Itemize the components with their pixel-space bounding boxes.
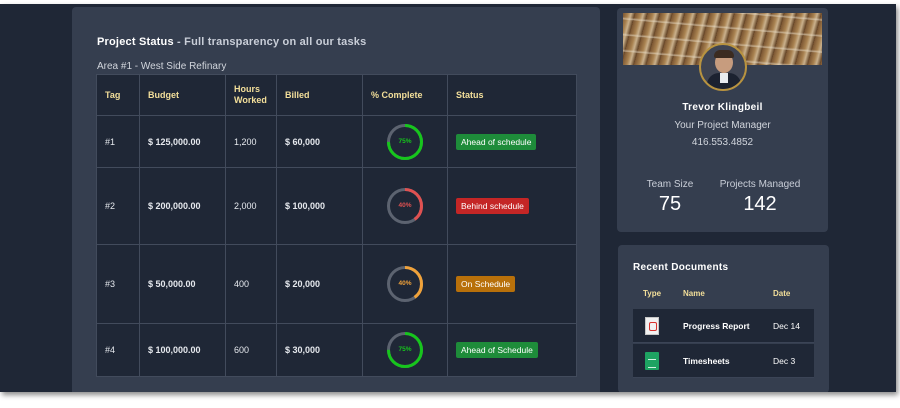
manager-role: Your Project Manager — [674, 120, 771, 131]
row-billed: $ 30,000 — [276, 322, 363, 378]
manager-phone[interactable]: 416.553.4852 — [617, 137, 828, 148]
recent-documents-panel: Recent Documents Type Name Date Progress… — [618, 245, 829, 392]
status-badge: Ahead of Schedule — [456, 341, 538, 358]
progress-percent: 75% — [398, 137, 412, 145]
progress-percent: 75% — [398, 345, 412, 353]
table-row: #4 $ 100,000.00 600 $ 30,000 75% Ahead o… — [96, 322, 577, 378]
document-name[interactable]: Progress Report — [683, 321, 750, 331]
team-size-stat: Team Size 75 — [643, 179, 697, 216]
row-budget: $ 125,000.00 — [139, 114, 226, 169]
progress-ring: 40% — [386, 265, 424, 303]
project-status-table: Tag Budget Hours Worked Billed % Complet… — [96, 74, 577, 378]
row-tag: #3 — [96, 244, 140, 324]
team-size-label: Team Size — [646, 179, 694, 190]
table-header-row: Tag Budget Hours Worked Billed % Complet… — [96, 74, 577, 116]
column-header-complete: % Complete — [362, 74, 448, 116]
table-row: #2 $ 200,000.00 2,000 $ 100,000 40% Behi… — [96, 167, 577, 246]
manager-profile-card: Trevor Klingbeil Your Project Manager 41… — [617, 8, 828, 232]
avatar-collar — [720, 73, 728, 83]
pdf-file-icon — [645, 317, 659, 335]
row-budget: $ 200,000.00 — [139, 167, 226, 246]
document-date: Dec 14 — [773, 321, 800, 331]
progress-ring: 40% — [386, 187, 424, 225]
row-tag: #1 — [96, 114, 140, 169]
list-item[interactable]: Progress Report Dec 14 — [633, 309, 814, 343]
status-badge: On Schedule — [456, 276, 516, 293]
row-status-cell: Ahead of schedule — [447, 114, 577, 169]
manager-name: Trevor Klingbeil — [682, 102, 763, 113]
row-complete-cell: 40% — [362, 167, 448, 246]
progress-ring: 75% — [386, 331, 424, 369]
spreadsheet-file-icon — [645, 352, 659, 370]
column-header-status: Status — [447, 74, 577, 116]
status-badge: Ahead of schedule — [456, 133, 537, 150]
column-header-type: Type — [643, 289, 662, 298]
column-header-name: Name — [683, 289, 705, 298]
column-header-date: Date — [773, 289, 791, 298]
panel-title: Project Status - Full transparency on al… — [97, 36, 366, 48]
column-header-tag: Tag — [96, 74, 140, 116]
project-status-panel: Project Status - Full transparency on al… — [72, 7, 600, 392]
row-status-cell: On Schedule — [447, 244, 577, 324]
panel-subtitle: Full transparency on all our tasks — [184, 36, 367, 48]
column-header-billed: Billed — [276, 74, 363, 116]
row-complete-cell: 75% — [362, 114, 448, 169]
panel-title-text: Project Status — [97, 36, 174, 48]
team-size-value: 75 — [658, 193, 682, 215]
row-billed: $ 100,000 — [276, 167, 363, 246]
list-item[interactable]: Timesheets Dec 3 — [633, 344, 814, 378]
panel-title-separator: - — [177, 36, 181, 48]
row-complete-cell: 75% — [362, 322, 448, 378]
row-status-cell: Ahead of Schedule — [447, 322, 577, 378]
status-badge: Behind schedule — [456, 198, 529, 215]
table-row: #1 $ 125,000.00 1,200 $ 60,000 75% Ahead… — [96, 114, 577, 169]
column-header-hours-worked: Hours Worked — [225, 74, 277, 116]
area-label: Area #1 - West Side Refinary — [97, 61, 227, 72]
avatar — [699, 43, 747, 91]
row-tag: #4 — [96, 322, 140, 378]
progress-ring: 75% — [386, 123, 424, 161]
projects-managed-value: 142 — [743, 193, 777, 215]
table-row: #3 $ 50,000.00 400 $ 20,000 40% On Sched… — [96, 244, 577, 324]
row-hours: 2,000 — [225, 167, 277, 246]
row-budget: $ 50,000.00 — [139, 244, 226, 324]
recent-documents-title: Recent Documents — [633, 262, 729, 273]
row-budget: $ 100,000.00 — [139, 322, 226, 378]
row-complete-cell: 40% — [362, 244, 448, 324]
dashboard-frame: Project Status - Full transparency on al… — [0, 4, 896, 392]
progress-percent: 40% — [398, 202, 412, 210]
document-date: Dec 3 — [773, 356, 796, 366]
column-header-budget: Budget — [139, 74, 226, 116]
document-name[interactable]: Timesheets — [683, 356, 730, 366]
row-hours: 1,200 — [225, 114, 277, 169]
progress-percent: 40% — [398, 280, 412, 288]
row-status-cell: Behind schedule — [447, 167, 577, 246]
row-hours: 600 — [225, 322, 277, 378]
row-hours: 400 — [225, 244, 277, 324]
row-billed: $ 20,000 — [276, 244, 363, 324]
projects-managed-stat: Projects Managed 142 — [715, 179, 805, 216]
row-tag: #2 — [96, 167, 140, 246]
projects-managed-label: Projects Managed — [719, 179, 801, 190]
row-billed: $ 60,000 — [276, 114, 363, 169]
avatar-hair — [714, 50, 734, 58]
